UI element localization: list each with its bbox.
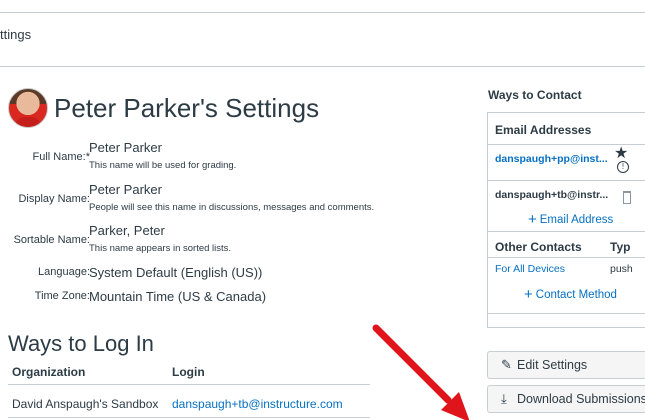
annotation-arrow — [372, 324, 470, 420]
